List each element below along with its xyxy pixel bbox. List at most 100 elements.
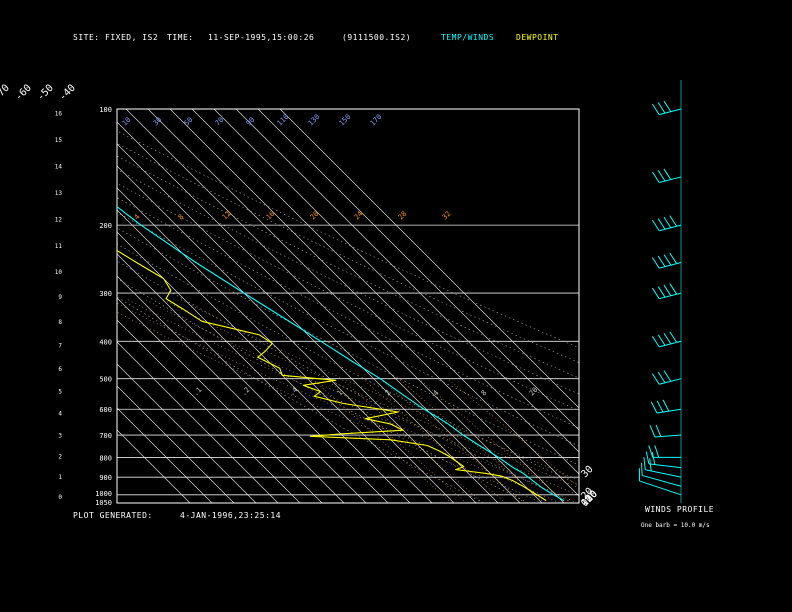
isotherm-line [117,319,301,503]
wind-barb-staff [639,480,682,496]
wind-barb-feather [651,103,660,115]
isotherm-line [213,109,579,475]
plot-generated-label: PLOT GENERATED: [73,511,153,520]
wind-barb-feather [651,219,660,232]
wind-barb-staff [654,434,682,438]
isotherm-line [117,187,433,503]
plot-border [116,108,580,504]
height-tick-label: 6 [58,366,62,373]
wind-barb-feather [662,399,670,412]
theta-label: 30 [152,116,164,128]
mixing-upper-label: 28 [397,210,409,222]
height-tick-label: 14 [55,164,63,171]
wind-barb-feather [656,400,664,413]
wind-barb-feather [643,457,646,470]
wind-barb-feather [655,424,662,437]
isotherm-line [257,109,579,431]
temperature-line [117,205,565,502]
isotherm-line [117,341,279,503]
theta-label: 70 [214,116,226,128]
isotherm-line [117,209,411,503]
height-tick-label: 1 [58,474,62,481]
wind-barb-feather [649,458,652,472]
mixing-ratio-line [311,378,452,503]
pressure-tick-label: 700 [99,432,112,440]
dry-adiabat-line [117,260,573,503]
wind-barb-feather [645,451,650,464]
wind-barb-feather [669,331,678,343]
dry-adiabat-line [117,197,579,429]
plot-generated-value: 4-JAN-1996,23:25:14 [180,511,282,520]
isotherm-line [117,297,323,503]
pressure-tick-label: 600 [99,406,112,414]
sounding-series [117,205,565,502]
height-tick-label: 11 [55,243,63,250]
wind-barb-feather [657,371,666,384]
wind-barb-feather [663,284,672,296]
height-tick-label: 13 [55,190,63,197]
wind-barb-staff [642,474,682,487]
mixing-upper-label: 12 [221,210,233,222]
axis-labels: 1002003004005006007008009001000105001234… [0,83,600,510]
theta-label: 10 [121,116,133,128]
mixing-ratio-label: 1 [336,389,345,398]
isotherm-line [117,429,191,503]
wind-barb-feather [657,255,666,267]
wind-barb-feather [657,218,666,230]
height-tick-label: 5 [58,389,62,396]
wind-barb-feather [669,283,678,295]
wind-barb-staff [648,463,682,469]
wind-barb-feather [651,257,660,269]
wind-barb-feather [654,445,660,458]
height-tick-label: 10 [55,269,63,276]
wind-barb-feather [657,286,666,298]
wind-barb-feather [669,215,678,227]
barb-scale-note: One barb = 10.0 m/s [641,522,710,529]
winds-profile-label: WINDS PROFILE [645,505,715,514]
pressure-tick-label: 500 [99,376,112,384]
wind-barb-feather [663,254,672,266]
height-tick-label: 7 [58,343,62,350]
wind-barb-feather [663,168,672,180]
moist-adiabat-line [161,298,579,489]
wind-barb-feather [669,252,678,264]
wind-barb-staff [645,469,682,478]
pressure-tick-label: 1050 [95,499,112,507]
wind-barb-feather [651,452,656,465]
dry-adiabat-line [117,227,579,466]
mixing-ratio-label: .1 [192,386,204,398]
theta-label: 130 [307,113,322,128]
height-tick-label: 15 [55,137,63,144]
theta-label: 110 [276,113,291,128]
height-tick-label: 4 [58,411,62,418]
dry-adiabat-line [117,169,579,395]
height-tick-label: 2 [58,453,62,460]
height-tick-label: 16 [55,111,63,118]
height-tick-label: 9 [58,294,62,301]
isotherm-grid [117,109,579,503]
mixing-upper-label: 16 [265,210,277,222]
isotherm-line [125,109,521,503]
mixing-ratio-label: 4 [432,389,441,398]
pressure-tick-label: 200 [99,222,112,230]
theta-label: 150 [338,113,353,128]
pressure-tick-label: 400 [99,338,112,346]
theta-label: 90 [245,116,257,128]
wind-barb-feather [657,334,666,346]
wind-barb-feather [663,370,672,382]
isotherm-line [191,109,579,497]
dry-adiabat-line [117,212,579,447]
isotherm-top-label: -50 [35,83,56,104]
skew-t-chart: 1002003004005006007008009001000105001234… [0,80,682,510]
isotherm-top-label: -60 [13,83,34,104]
wind-barb-staff [656,408,682,414]
isotherm-top-label: -40 [57,83,78,104]
height-tick-label: 12 [55,216,63,223]
theta-label: 50 [183,116,195,128]
isotherm-line [117,363,257,503]
winds-profile-panel [638,80,682,503]
mixing-ratio-line [418,378,567,503]
isotherm-line [117,165,455,503]
mixing-upper-label: 20 [309,210,321,222]
isobar-grid [117,108,579,504]
